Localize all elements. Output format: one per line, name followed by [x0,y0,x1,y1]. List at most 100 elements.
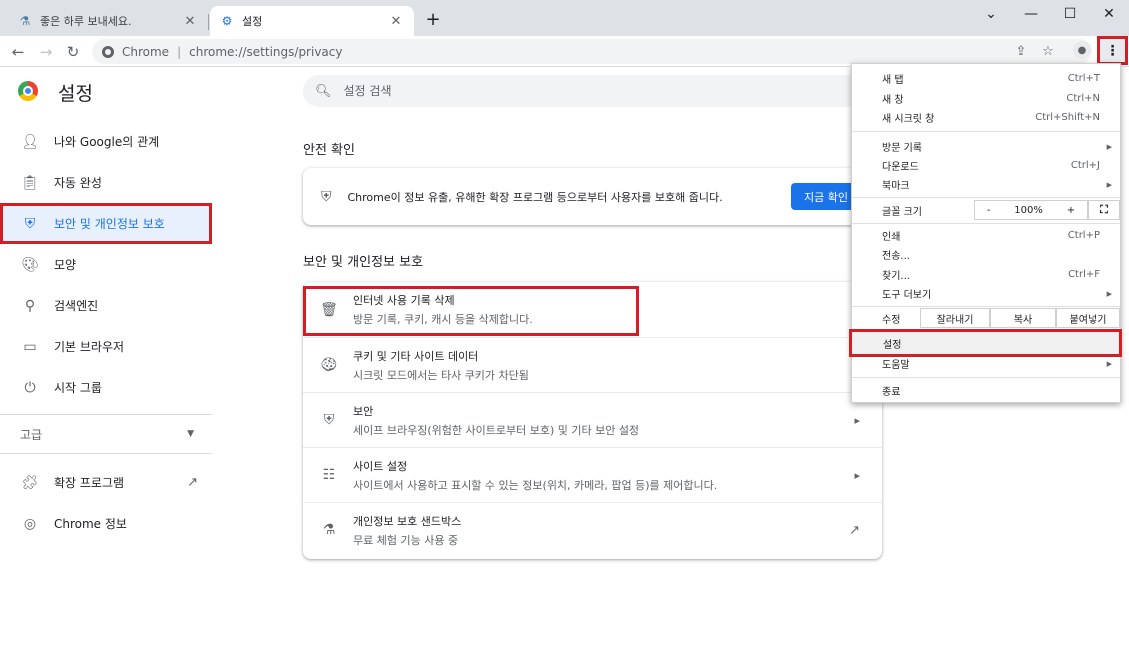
chrome-icon: ◎ [23,515,37,532]
menu-item-label: 설정 [883,339,902,351]
menu-shortcut: Ctrl+F [1068,269,1100,280]
sidebar-advanced-label: 고급 [20,427,43,442]
site-settings-row[interactable]: ☷ 사이트 설정 사이트에서 사용하고 표시할 수 있는 정보(위치, 카메라,… [303,447,882,502]
menu-item-cast[interactable]: 전송... [852,245,1120,264]
menu-separator [852,131,1120,132]
submenu-arrow-icon: ▶ [1106,289,1112,298]
cut-button[interactable]: 잘라내기 [920,308,990,328]
sidebar-item-search-engine[interactable]: ⚲ 검색엔진 [0,285,212,326]
menu-item-exit[interactable]: 종료 [852,381,1120,400]
settings-search[interactable]: 🔍︎ [303,75,863,107]
tab-settings[interactable]: ⚙ 설정 ✕ [210,6,414,36]
maximize-button[interactable]: ☐ [1050,0,1090,28]
zoom-in-button[interactable]: + [1067,205,1075,216]
menu-item-downloads[interactable]: 다운로드 Ctrl+J [852,156,1120,175]
menu-item-new-tab[interactable]: 새 탭 Ctrl+T [852,69,1120,88]
menu-separator [852,306,1120,307]
close-window-button[interactable]: ✕ [1089,0,1129,28]
menu-item-label: 다운로드 [882,162,919,173]
sidebar-item-label: 나와 Google의 관계 [54,135,160,149]
sidebar-item-label: 시작 그룹 [54,381,102,395]
zoom-level: 100% [1014,204,1043,216]
forward-button[interactable]: → [34,40,58,64]
external-link-icon: ↗ [849,522,860,538]
menu-item-label: 찾기... [882,271,910,282]
menu-item-help[interactable]: 도움말 ▶ [852,354,1120,373]
paste-button[interactable]: 붙여넣기 [1056,308,1120,328]
fullscreen-icon[interactable]: ⛶ [1088,200,1120,220]
close-tab-icon[interactable]: ✕ [182,13,198,29]
address-bar[interactable]: Chrome | chrome://settings/privacy [92,39,1092,64]
menu-item-label: 북마크 [882,181,910,192]
sidebar-item-label: 기본 브라우저 [54,340,125,354]
sidebar-item-extensions[interactable]: 🧩︎ 확장 프로그램 ↗ [0,462,212,503]
menu-separator [852,377,1120,378]
profile-icon[interactable]: ● [1073,41,1091,59]
sidebar-advanced[interactable]: 고급 ▼ [0,414,212,454]
sidebar-item-autofill[interactable]: 📋︎ 자동 완성 [0,162,212,203]
sliders-icon: ☷ [322,467,336,483]
sidebar-item-label: 확장 프로그램 [54,476,125,490]
tab-title: 설정 [242,15,263,28]
clipboard-icon: 📋︎ [21,174,39,191]
search-input[interactable] [343,84,744,98]
menu-item-find[interactable]: 찾기... Ctrl+F [852,265,1120,284]
menu-item-label: 종료 [882,387,901,398]
zoom-label: 글꼴 크기 [882,206,922,218]
minimize-button[interactable]: — [1011,0,1051,28]
new-tab-button[interactable]: + [424,11,442,29]
tab-inactive[interactable]: ⚗ 좋은 하루 보내세요. ✕ [8,6,208,36]
sidebar-item-label: 보안 및 개인정보 보호 [54,217,165,231]
menu-item-label: 새 창 [882,95,904,106]
safety-section-title: 안전 확인 [303,143,355,158]
share-icon[interactable]: ⇪ [1012,42,1030,60]
page-title: 설정 [58,83,93,105]
menu-edit-row: 수정 잘라내기 복사 붙여넣기 [852,308,1120,328]
menu-item-settings[interactable]: 설정 [849,329,1122,357]
menu-item-label: 도구 더보기 [882,290,932,301]
copy-button[interactable]: 복사 [990,308,1056,328]
row-title: 쿠키 및 기타 사이트 데이터 [353,349,479,363]
zoom-out-button[interactable]: - [987,205,991,216]
menu-item-label: 새 탭 [882,75,904,86]
menu-item-more-tools[interactable]: 도구 더보기 ▶ [852,284,1120,303]
more-menu-button[interactable]: ⋮ [1097,36,1128,65]
menu-item-print[interactable]: 인쇄 Ctrl+P [852,226,1120,245]
submenu-arrow-icon: ▶ [1106,142,1112,151]
submenu-arrow-icon: ▶ [1106,359,1112,368]
row-subtitle: 시크릿 모드에서는 타사 쿠키가 차단됨 [353,368,529,382]
shield-icon: ⛨ [24,215,36,232]
sidebar-item-appearance[interactable]: 🎨︎ 모양 [0,244,212,285]
puzzle-icon: 🧩︎ [21,474,39,491]
menu-shortcut: Ctrl+J [1070,160,1100,171]
sidebar-item-label: 검색엔진 [54,299,99,313]
shield-icon: ⛨ [323,412,335,428]
chrome-menu: 새 탭 Ctrl+T 새 창 Ctrl+N 새 시크릿 창 Ctrl+Shift… [849,63,1122,403]
row-title: 개인정보 보호 샌드박스 [353,514,462,528]
cookies-row[interactable]: 🍪︎ 쿠키 및 기타 사이트 데이터 시크릿 모드에서는 타사 쿠키가 차단됨 [303,337,882,392]
reload-button[interactable]: ↻ [61,40,85,64]
star-icon[interactable]: ☆ [1039,42,1057,60]
chevron-down-icon[interactable]: ⌄ [971,0,1011,28]
close-tab-icon[interactable]: ✕ [388,13,404,29]
submenu-arrow-icon: ▶ [1106,180,1112,189]
safety-check-text: Chrome이 정보 유출, 유해한 확장 프로그램 등으로부터 사용자를 보호… [347,190,723,204]
sidebar-item-default-browser[interactable]: ▭ 기본 브라우저 [0,326,212,367]
privacy-section-title: 보안 및 개인정보 보호 [303,255,424,270]
sidebar-item-privacy[interactable]: ⛨ 보안 및 개인정보 보호 [0,203,212,244]
menu-shortcut: Ctrl+Shift+N [1035,112,1100,123]
menu-item-history[interactable]: 방문 기록 ▶ [852,137,1120,156]
address-url: chrome://settings/privacy [189,44,343,59]
sidebar-item-about-chrome[interactable]: ◎ Chrome 정보 [0,503,212,544]
back-button[interactable]: ← [6,40,30,64]
chevron-right-icon: ▸ [854,468,860,482]
security-row[interactable]: ⛨ 보안 세이프 브라우징(위험한 사이트로부터 보호) 및 기타 보안 설정 … [303,392,882,447]
menu-item-bookmarks[interactable]: 북마크 ▶ [852,175,1120,194]
chrome-logo-icon [18,81,38,101]
sidebar-item-you-and-google[interactable]: 👤︎ 나와 Google의 관계 [0,121,212,162]
menu-item-incognito[interactable]: 새 시크릿 창 Ctrl+Shift+N [852,108,1120,127]
privacy-sandbox-row[interactable]: ⚗ 개인정보 보호 샌드박스 무료 체험 기능 사용 중 ↗ [303,502,882,557]
menu-item-new-window[interactable]: 새 창 Ctrl+N [852,89,1120,108]
zoom-control: - 100% + [974,200,1088,220]
sidebar-item-on-startup[interactable]: ⏻ 시작 그룹 [0,367,212,408]
